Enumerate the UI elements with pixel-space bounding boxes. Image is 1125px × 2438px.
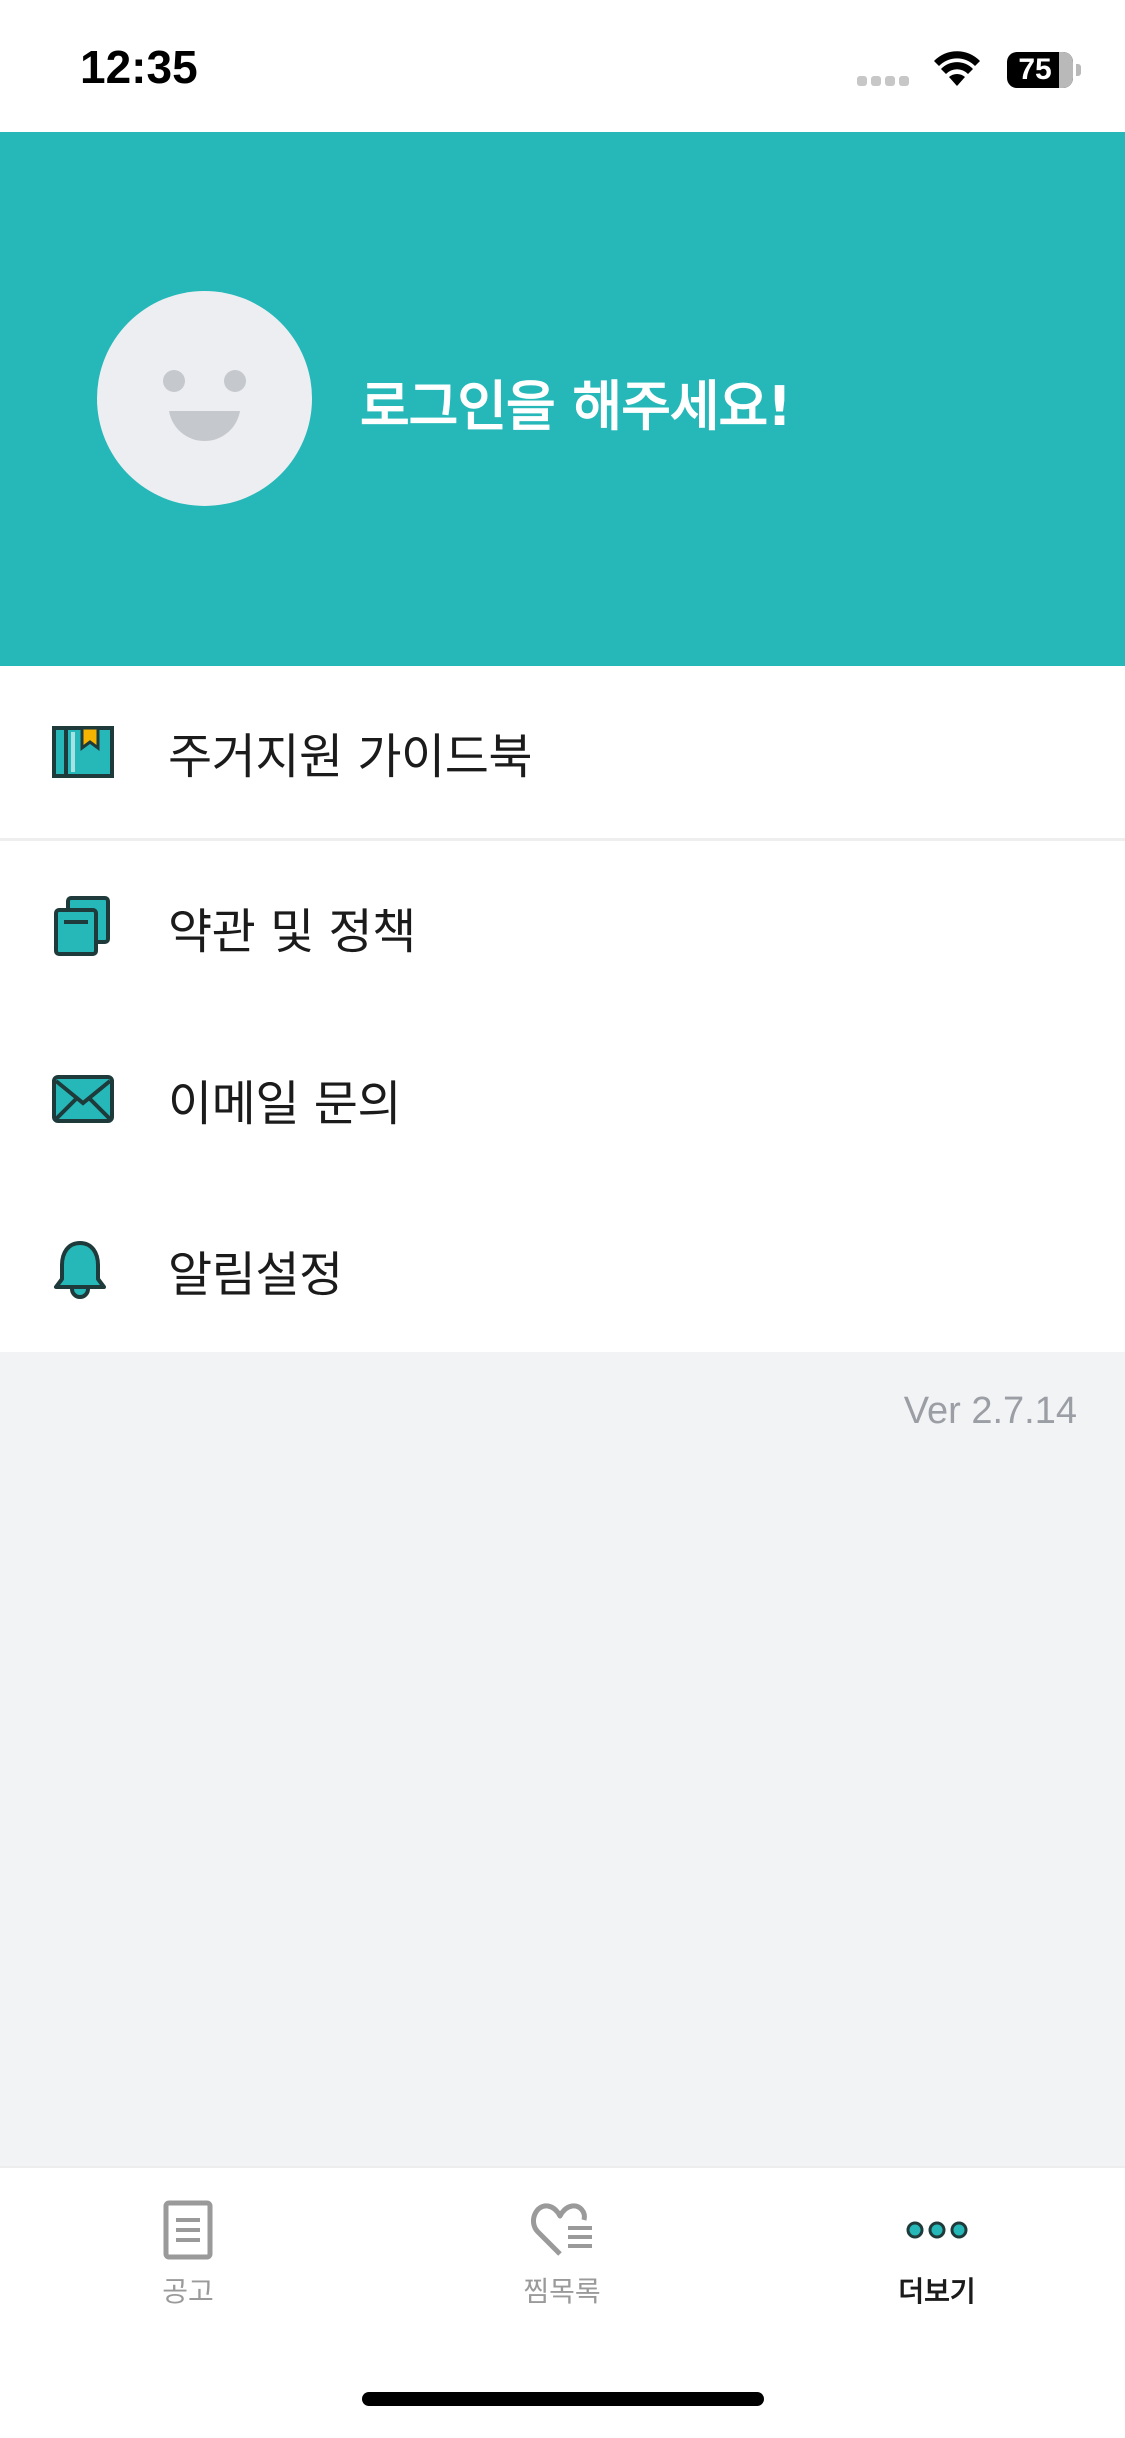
- tab-label-favorites: 찜목록: [523, 2275, 601, 2308]
- tab-label-notices: 공고: [162, 2275, 214, 2308]
- menu-list: 주거지원 가이드북 약관 및 정책 이메일 문의 알림설정: [0, 666, 1125, 1352]
- menu-item-guidebook[interactable]: 주거지원 가이드북: [0, 666, 1125, 841]
- menu-item-email[interactable]: 이메일 문의: [0, 1013, 1125, 1185]
- profile-header: 로그인을 해주세요!: [0, 132, 1125, 666]
- more-dots-icon: [906, 2221, 968, 2239]
- status-icons: 75: [781, 48, 1081, 92]
- documents-icon: [54, 896, 110, 956]
- menu-label-email: 이메일 문의: [168, 1076, 402, 1132]
- battery-icon: 75: [1007, 52, 1073, 88]
- home-indicator[interactable]: [362, 2392, 764, 2406]
- bell-icon: [54, 1241, 106, 1299]
- tab-notices[interactable]: 공고: [88, 2198, 288, 2308]
- battery-nub: [1076, 64, 1081, 76]
- smiley-avatar-icon[interactable]: [97, 291, 312, 506]
- heart-list-icon: [531, 2203, 592, 2256]
- login-prompt[interactable]: 로그인을 해주세요!: [360, 362, 792, 441]
- app-version: Ver 2.7.14: [903, 1390, 1077, 1432]
- menu-label-terms: 약관 및 정책: [168, 904, 416, 960]
- avatar-face: [163, 370, 246, 442]
- envelope-icon: [52, 1075, 114, 1123]
- status-bar: 12:35 75: [0, 0, 1125, 132]
- menu-item-terms[interactable]: 약관 및 정책: [0, 841, 1125, 1013]
- tab-more[interactable]: 더보기: [837, 2198, 1037, 2308]
- document-list-icon: [163, 2200, 213, 2260]
- battery-level: 75: [1018, 53, 1052, 86]
- tab-favorites[interactable]: 찜목록: [462, 2198, 662, 2308]
- signal-icon: [857, 76, 909, 86]
- wifi-icon: [934, 51, 980, 86]
- tab-label-more: 더보기: [898, 2275, 976, 2308]
- menu-label-guidebook: 주거지원 가이드북: [168, 729, 533, 785]
- menu-label-notifications: 알림설정: [168, 1247, 343, 1303]
- status-time: 12:35: [80, 41, 198, 93]
- guidebook-icon: [52, 726, 114, 778]
- menu-item-notifications[interactable]: 알림설정: [0, 1184, 1125, 1356]
